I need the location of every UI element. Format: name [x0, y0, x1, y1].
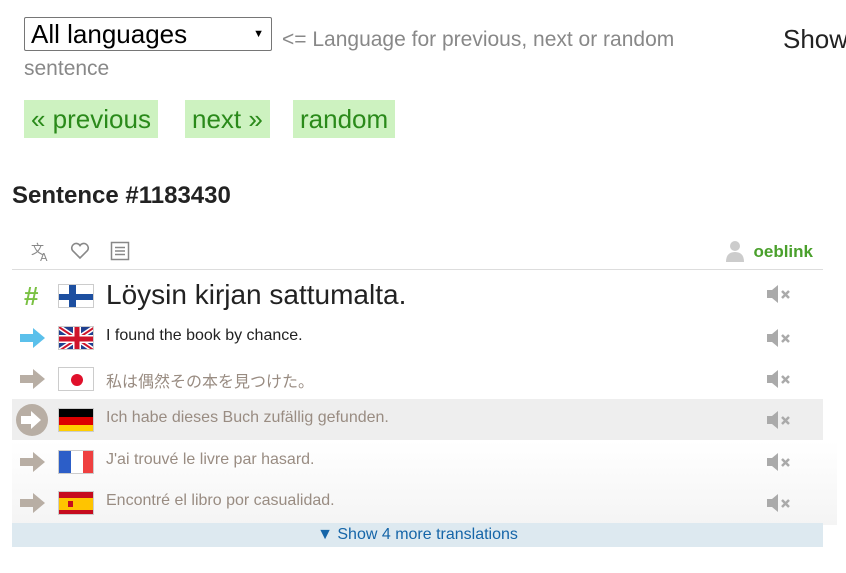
translation-text[interactable]: Ich habe dieses Buch zufällig gefunden.: [106, 409, 389, 427]
language-hint: <= Language for previous, next or random: [282, 28, 675, 51]
translation-row: J'ai trouvé le livre par hasard.: [12, 445, 823, 479]
heart-icon[interactable]: [70, 242, 90, 266]
translation-text[interactable]: J'ai trouvé le livre par hasard.: [106, 451, 314, 469]
flag-english-icon: [58, 326, 94, 350]
main-sentence-row: # Löysin kirjan sattumalta.: [12, 277, 823, 315]
user-icon: [725, 240, 745, 262]
main-sentence-text[interactable]: Löysin kirjan sattumalta.: [106, 279, 406, 311]
flag-german-icon: [58, 408, 94, 432]
audio-unavailable-icon[interactable]: [765, 368, 793, 390]
translation-row: I found the book by chance.: [12, 321, 823, 355]
random-button[interactable]: random: [293, 100, 396, 138]
translation-row: 私は偶然その本を見つけた。: [12, 362, 823, 396]
page-title: Sentence #1183430: [12, 182, 231, 209]
language-hint-cont: sentence: [24, 57, 110, 80]
translation-row-highlighted: Ich habe dieses Buch zufällig gefunden.: [12, 399, 823, 440]
chevron-down-icon: ▼: [253, 28, 264, 40]
owner-link[interactable]: oeblink: [753, 242, 813, 262]
translation-text[interactable]: Encontré el libro por casualidad.: [106, 492, 335, 510]
indirect-translation-arrow-icon: [18, 368, 46, 395]
translation-row: Encontré el libro por casualidad.: [12, 487, 823, 521]
audio-unavailable-icon[interactable]: [765, 327, 793, 349]
language-select[interactable]: All languages ▼: [24, 17, 272, 51]
flag-finnish-icon: [58, 284, 94, 308]
flag-spanish-icon: [58, 491, 94, 515]
show-more-translations-button[interactable]: ▼ Show 4 more translations: [12, 523, 823, 547]
translate-icon[interactable]: 文A: [30, 241, 52, 269]
list-icon[interactable]: [110, 241, 130, 267]
indirect-translation-arrow-icon: [18, 492, 46, 519]
svg-text:A: A: [40, 251, 48, 263]
language-select-value: All languages: [31, 19, 188, 49]
translation-text[interactable]: 私は偶然その本を見つけた。: [106, 368, 314, 392]
audio-unavailable-icon[interactable]: [765, 451, 793, 473]
audio-unavailable-icon[interactable]: [765, 283, 793, 305]
sentence-toolbar: 文A oeblink: [12, 236, 823, 270]
audio-unavailable-icon[interactable]: [765, 409, 793, 431]
next-button[interactable]: next »: [185, 100, 270, 138]
direct-translation-arrow-icon: [18, 327, 46, 354]
circle-arrow-icon[interactable]: [15, 403, 49, 442]
indirect-translation-arrow-icon: [18, 451, 46, 478]
show-label: Show: [783, 24, 846, 54]
audio-unavailable-icon[interactable]: [765, 492, 793, 514]
sentence-marker: #: [24, 281, 39, 311]
translation-text[interactable]: I found the book by chance.: [106, 327, 303, 345]
flag-japanese-icon: [58, 367, 94, 391]
flag-french-icon: [58, 450, 94, 474]
previous-button[interactable]: « previous: [24, 100, 158, 138]
